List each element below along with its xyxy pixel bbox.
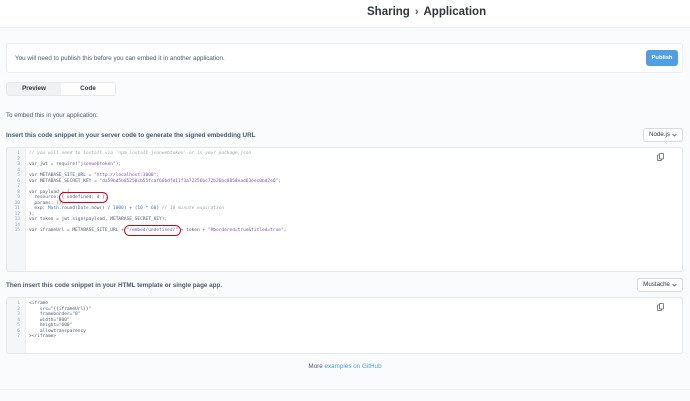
server-language-select[interactable]: Node.js bbox=[643, 128, 683, 142]
footer-text: More bbox=[308, 363, 325, 370]
html-language-select[interactable]: Mustache bbox=[637, 278, 683, 292]
footer: More examples on GitHub bbox=[0, 363, 690, 370]
server-code-box[interactable]: 1// you will need to install via 'npm in… bbox=[6, 147, 683, 272]
code-line: 7 ></iframe> bbox=[17, 334, 57, 340]
html-code-label: Then insert this code snippet in your HT… bbox=[6, 282, 223, 289]
chevron-down-icon bbox=[672, 133, 677, 137]
top-bar: Sharing › Application bbox=[0, 0, 690, 28]
html-language-value: Mustache bbox=[643, 281, 670, 288]
server-code-label: Insert this code snippet in your server … bbox=[6, 132, 256, 139]
publish-button[interactable]: Publish bbox=[646, 50, 678, 66]
breadcrumb-sharing: Sharing bbox=[367, 6, 410, 18]
html-code-box[interactable]: 1 <iframe 2 src="{{iframeUrl}}" 3 framebo… bbox=[6, 297, 683, 354]
preview-code-toggle: Preview Code bbox=[6, 82, 116, 96]
publish-notice: You will need to publish this before you… bbox=[6, 43, 683, 73]
server-language-value: Node.js bbox=[649, 131, 670, 138]
tab-preview[interactable]: Preview bbox=[7, 83, 61, 95]
code-line: 6 var METABASE_SECRET_KEY = "da59bd5b8525… bbox=[17, 178, 281, 184]
highlighted-resource: { undefined: 4 } bbox=[61, 195, 105, 201]
page-title: Sharing › Application bbox=[367, 6, 486, 18]
copy-icon[interactable] bbox=[657, 303, 664, 311]
code-line: 1// you will need to install via 'npm in… bbox=[17, 151, 252, 156]
embed-instructions: To embed this in your application: bbox=[6, 112, 98, 119]
copy-icon[interactable] bbox=[657, 153, 664, 161]
code-line: 15 var iframeUrl = METABASE_SITE_URL + "/… bbox=[14, 228, 287, 234]
html-code: 1 <iframe 2 src="{{iframeUrl}}" 3 framebo… bbox=[7, 301, 91, 340]
notice-text: You will need to publish this before you… bbox=[15, 55, 225, 62]
divider bbox=[0, 389, 690, 390]
server-code: 1// you will need to install via 'npm in… bbox=[7, 151, 287, 234]
chevron-down-icon bbox=[672, 283, 677, 287]
tab-code[interactable]: Code bbox=[61, 83, 115, 95]
breadcrumb-application: Application bbox=[423, 6, 487, 18]
highlighted-embed-path: "/embed/undefined/" bbox=[126, 228, 179, 234]
github-examples-link[interactable]: examples on GitHub bbox=[325, 363, 382, 370]
chevron-right-icon: › bbox=[414, 6, 419, 18]
